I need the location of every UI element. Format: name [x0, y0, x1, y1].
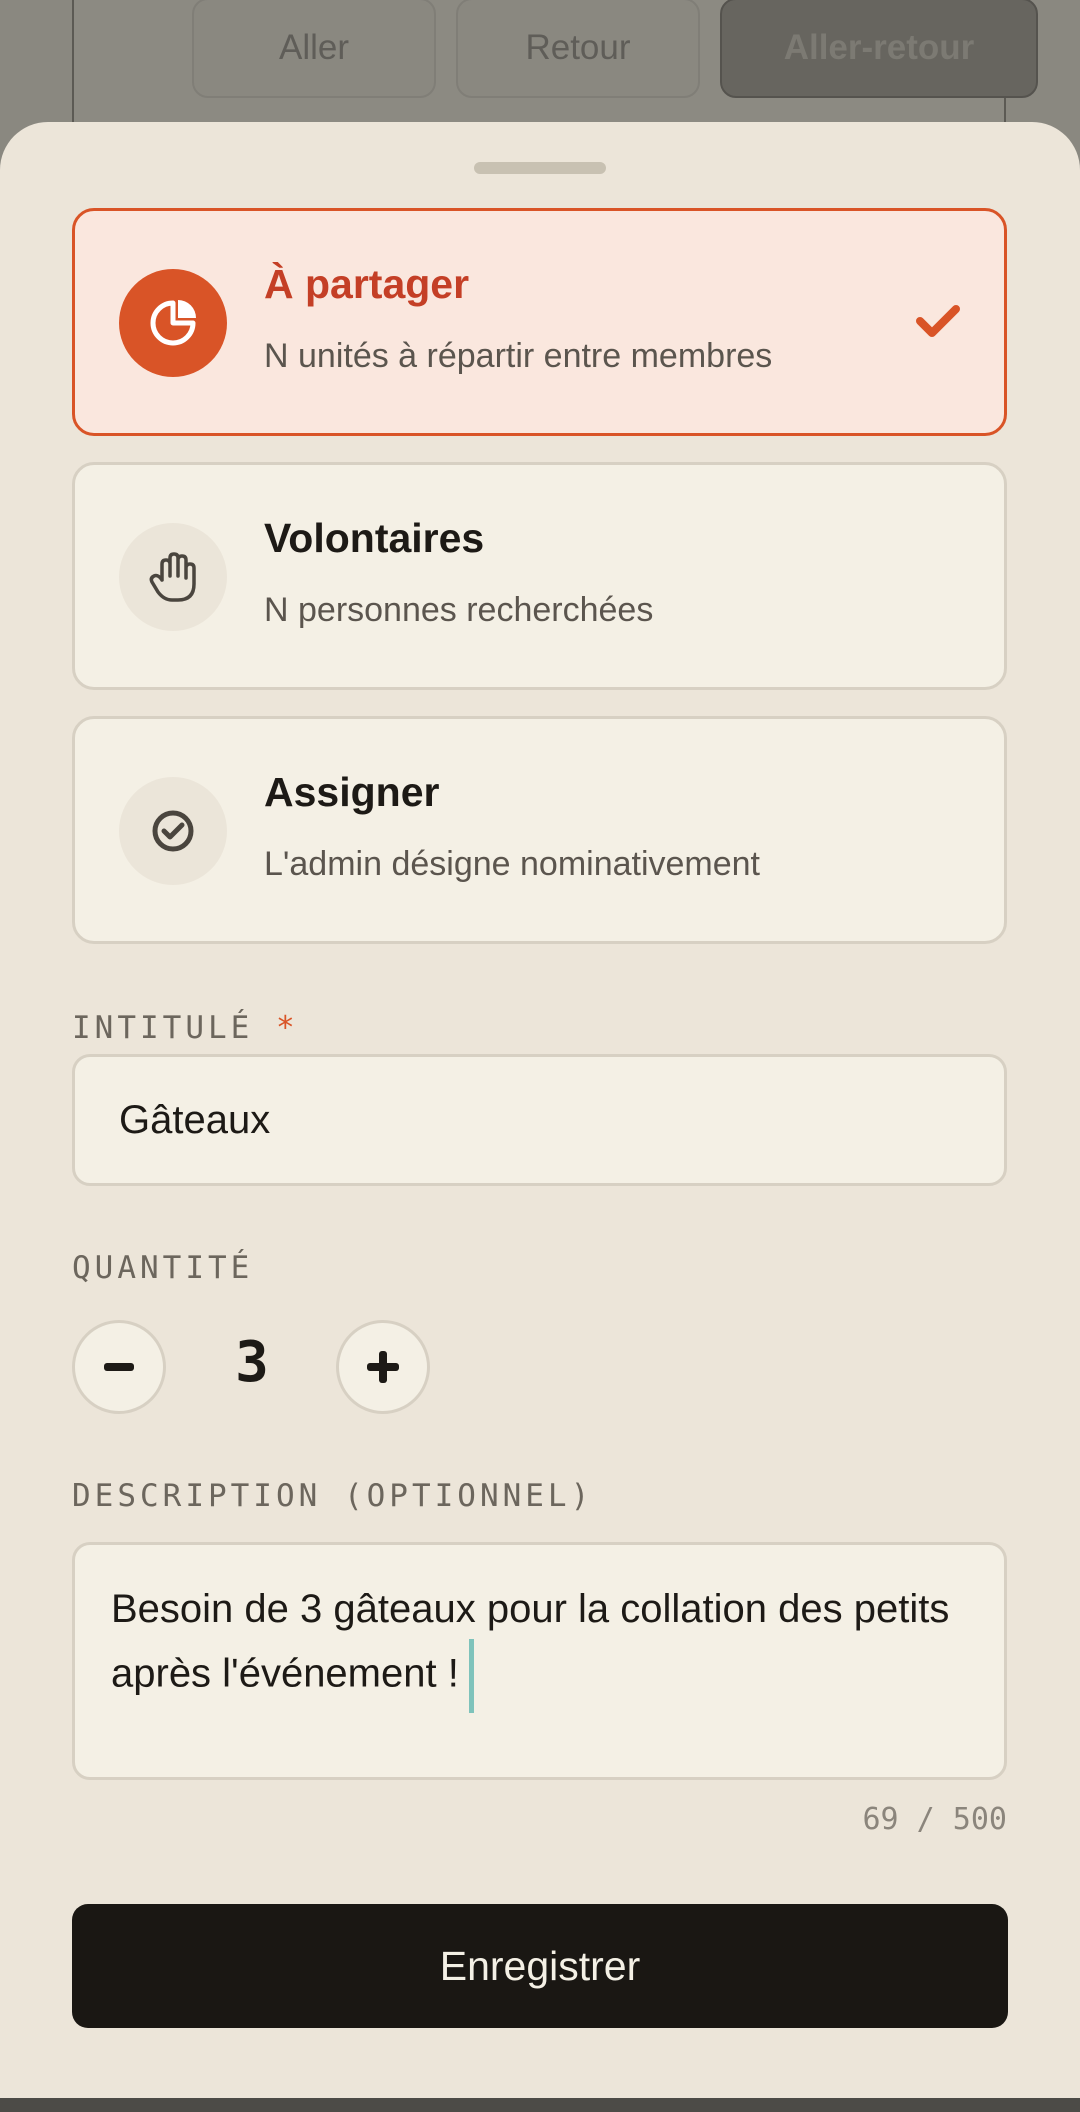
title-input-value: Gâteaux	[119, 1097, 271, 1142]
option-volontaires[interactable]: Volontaires N personnes recherchées	[72, 462, 1007, 690]
title-label-text: INTITULÉ	[72, 1010, 254, 1046]
trip-type-card: Aller Retour Aller-retour	[72, 0, 1038, 140]
option-subtitle: N unités à répartir entre membres	[264, 337, 773, 375]
sheet-drag-handle[interactable]	[474, 162, 606, 174]
character-counter: 69 / 500	[862, 1802, 1008, 1837]
trip-tab-aller-retour[interactable]: Aller-retour	[720, 0, 1038, 98]
bottom-sheet: À partager N unités à répartir entre mem…	[0, 122, 1080, 2098]
minus-icon	[104, 1363, 134, 1371]
quantity-decrement-button[interactable]	[72, 1320, 166, 1414]
plus-icon	[367, 1351, 399, 1383]
description-value: Besoin de 3 gâteaux pour la collation de…	[111, 1587, 950, 1696]
text-caret	[468, 1639, 474, 1713]
quantity-label: QUANTITÉ	[72, 1250, 254, 1286]
description-label: DESCRIPTION (OPTIONNEL)	[72, 1478, 594, 1514]
option-a-partager[interactable]: À partager N unités à répartir entre mem…	[72, 208, 1007, 436]
option-subtitle: N personnes recherchées	[264, 591, 654, 629]
title-field-label: INTITULÉ *	[72, 1010, 299, 1046]
pie-chart-icon	[119, 269, 227, 377]
quantity-value: 3	[235, 1330, 269, 1395]
description-textarea[interactable]: Besoin de 3 gâteaux pour la collation de…	[72, 1542, 1007, 1780]
checkmark-icon	[916, 303, 960, 344]
check-circle-icon	[119, 777, 227, 885]
option-title: À partager	[264, 261, 470, 307]
trip-tab-retour[interactable]: Retour	[456, 0, 700, 98]
quantity-increment-button[interactable]	[336, 1320, 430, 1414]
hand-icon	[119, 523, 227, 631]
option-subtitle: L'admin désigne nominativement	[264, 845, 761, 883]
title-input[interactable]: Gâteaux	[72, 1054, 1007, 1186]
required-mark: *	[275, 1010, 299, 1046]
option-title: Assigner	[264, 769, 440, 815]
bottom-edge	[0, 2098, 1080, 2112]
save-button[interactable]: Enregistrer	[72, 1904, 1008, 2028]
trip-tab-aller[interactable]: Aller	[192, 0, 436, 98]
option-assigner[interactable]: Assigner L'admin désigne nominativement	[72, 716, 1007, 944]
option-title: Volontaires	[264, 515, 485, 561]
